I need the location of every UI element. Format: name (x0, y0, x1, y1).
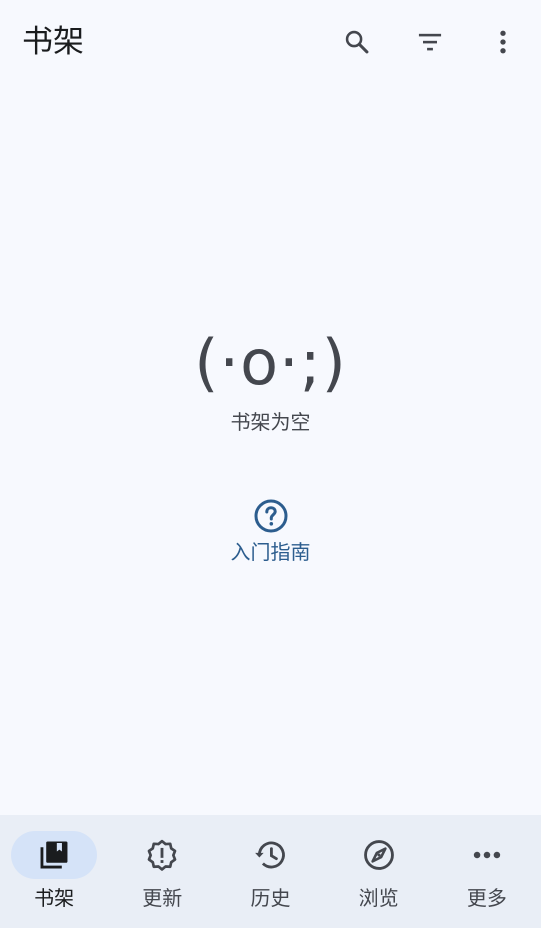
top-app-bar: 书架 (0, 0, 541, 84)
explore-compass-icon (363, 840, 394, 870)
more-vert-icon (500, 30, 506, 54)
library-icon (40, 841, 68, 869)
nav-label-more: 更多 (466, 886, 507, 910)
nav-icon-container (444, 831, 530, 879)
page-title: 书架 (22, 24, 84, 60)
nav-icon-container (119, 831, 205, 879)
filter-icon (418, 33, 442, 51)
nav-icon-container (227, 831, 313, 879)
nav-label-history: 历史 (250, 886, 291, 910)
app-screen: 书架 (·o·;) 书架为空 入门指南 书架 更新 历史 浏览 更多 (0, 0, 541, 928)
more-options-button[interactable] (483, 22, 523, 62)
nav-item-more[interactable]: 更多 (433, 815, 541, 928)
bottom-navigation: 书架 更新 历史 浏览 更多 (0, 815, 541, 928)
nav-item-library[interactable]: 书架 (0, 815, 108, 928)
history-icon (255, 841, 286, 869)
nav-label-library: 书架 (34, 886, 75, 910)
empty-kaomoji: (·o·;) (194, 326, 347, 399)
nav-item-browse[interactable]: 浏览 (325, 815, 433, 928)
nav-item-history[interactable]: 历史 (216, 815, 324, 928)
updates-alert-icon (147, 839, 177, 871)
more-horiz-icon (473, 851, 501, 859)
nav-label-updates: 更新 (142, 886, 183, 910)
help-circle-icon (254, 499, 287, 533)
getting-started-label: 入门指南 (230, 540, 311, 564)
getting-started-link[interactable]: 入门指南 (0, 498, 541, 566)
nav-label-browse: 浏览 (358, 886, 399, 910)
empty-state: (·o·;) 书架为空 (0, 320, 541, 436)
filter-button[interactable] (410, 22, 450, 62)
nav-icon-container (336, 831, 422, 879)
search-icon (345, 30, 369, 54)
nav-active-indicator (11, 831, 98, 879)
search-button[interactable] (337, 22, 377, 62)
nav-item-updates[interactable]: 更新 (108, 815, 216, 928)
empty-message: 书架为空 (230, 410, 311, 434)
